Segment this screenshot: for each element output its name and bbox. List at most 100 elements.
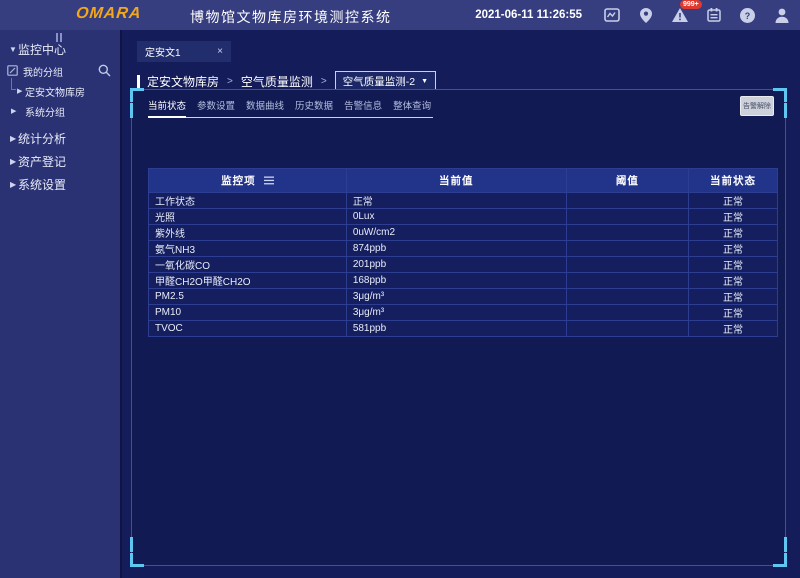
tab-alarm-info[interactable]: 告警信息 xyxy=(344,98,382,112)
frame-edge-accent xyxy=(130,537,133,552)
cell-threshold xyxy=(567,321,689,336)
search-icon[interactable] xyxy=(98,64,111,80)
close-icon[interactable]: × xyxy=(217,47,223,57)
user-icon[interactable] xyxy=(773,7,790,24)
panel-subtabs: 当前状态 参数设置 数据曲线 历史数据 告警信息 整体查询 xyxy=(148,98,433,118)
table-row[interactable]: 工作状态 正常 正常 xyxy=(149,192,777,208)
table-row[interactable]: 光照 0Lux 正常 xyxy=(149,208,777,224)
cell-value: 201ppb xyxy=(347,257,567,272)
cell-item: 紫外线 xyxy=(149,225,347,240)
table-row[interactable]: 紫外线 0uW/cm2 正常 xyxy=(149,224,777,240)
cell-status: 正常 xyxy=(689,305,777,320)
sidebar-menu: ▼ 监控中心 我的分组 ▶ 定安文物库房 ▶ 系统分组 ▶ 统计分析 ▶ xyxy=(0,38,120,196)
cell-threshold xyxy=(567,241,689,256)
cell-status: 正常 xyxy=(689,209,777,224)
location-icon[interactable] xyxy=(637,7,654,24)
tab-history-data[interactable]: 历史数据 xyxy=(295,98,333,112)
alarm-icon[interactable]: 999+ xyxy=(671,7,688,24)
list-menu-icon[interactable] xyxy=(264,176,274,185)
cell-threshold xyxy=(567,305,689,320)
open-document-tab[interactable]: 定安文1 × xyxy=(137,41,231,62)
sidebar-item-label: 资产登记 xyxy=(18,153,66,170)
table-row[interactable]: 氨气NH3 874ppb 正常 xyxy=(149,240,777,256)
sidebar: ▼ 监控中心 我的分组 ▶ 定安文物库房 ▶ 系统分组 ▶ 统计分析 ▶ xyxy=(0,30,120,578)
tab-data-curve[interactable]: 数据曲线 xyxy=(246,98,284,112)
alarm-count-badge: 999+ xyxy=(680,0,702,9)
table-header-row: 监控项 当前值 阈值 当前状态 xyxy=(149,169,777,192)
topbar-actions: 2021-06-11 11:26:55 999+ ? xyxy=(475,0,790,30)
cell-value: 168ppb xyxy=(347,273,567,288)
cell-status: 正常 xyxy=(689,225,777,240)
sidebar-item-label: 系统设置 xyxy=(18,176,66,193)
cell-item: 甲醛CH2O甲醛CH2O xyxy=(149,273,347,288)
table-row[interactable]: 一氧化碳CO 201ppb 正常 xyxy=(149,256,777,272)
cell-value: 0Lux xyxy=(347,209,567,224)
cell-threshold xyxy=(567,193,689,208)
breadcrumb-item-storeroom[interactable]: 定安文物库房 xyxy=(147,73,219,90)
monitor-table: 监控项 当前值 阈值 当前状态 工作状态 正常 正常 光照 0Lux 正常 xyxy=(148,168,778,337)
chevron-right-separator: > xyxy=(227,76,233,87)
tab-label: 定安文1 xyxy=(145,44,181,59)
cell-value: 874ppb xyxy=(347,241,567,256)
frame-edge-accent xyxy=(784,537,787,552)
tab-current-status[interactable]: 当前状态 xyxy=(148,98,186,112)
breadcrumb: 定安文物库房 > 空气质量监测 > 空气质量监测-2 ▼ xyxy=(137,71,436,91)
table-row[interactable]: PM2.5 3μg/m³ 正常 xyxy=(149,288,777,304)
alarm-clear-button[interactable]: 告警解除 xyxy=(740,96,774,116)
help-icon[interactable]: ? xyxy=(739,7,756,24)
sidebar-item-my-groups[interactable]: 我的分组 xyxy=(0,60,120,82)
cell-threshold xyxy=(567,209,689,224)
cell-status: 正常 xyxy=(689,321,777,336)
datetime-display: 2021-06-11 11:26:55 xyxy=(475,9,582,21)
caret-right-icon: ▶ xyxy=(10,157,16,166)
cell-threshold xyxy=(567,289,689,304)
frame-corner-accent xyxy=(130,553,144,567)
frame-edge-accent xyxy=(130,103,133,118)
cell-value: 0uW/cm2 xyxy=(347,225,567,240)
sidebar-item-system-settings[interactable]: ▶ 系统设置 xyxy=(0,173,120,196)
cell-item: PM2.5 xyxy=(149,289,347,304)
cell-value: 3μg/m³ xyxy=(347,289,567,304)
column-header-threshold: 阈值 xyxy=(567,169,689,192)
main-content: 定安文1 × 定安文物库房 > 空气质量监测 > 空气质量监测-2 ▼ 当前状态… xyxy=(122,30,800,578)
cell-item: 氨气NH3 xyxy=(149,241,347,256)
tab-parameter-settings[interactable]: 参数设置 xyxy=(197,98,235,112)
frame-corner-accent xyxy=(773,553,787,567)
table-row[interactable]: 甲醛CH2O甲醛CH2O 168ppb 正常 xyxy=(149,272,777,288)
cell-item: TVOC xyxy=(149,321,347,336)
clipboard-icon[interactable] xyxy=(705,7,722,24)
column-header-item[interactable]: 监控项 xyxy=(149,169,347,192)
sidebar-item-label: 系统分组 xyxy=(25,104,65,119)
screens-icon[interactable] xyxy=(603,7,620,24)
cell-status: 正常 xyxy=(689,273,777,288)
caret-down-icon: ▼ xyxy=(9,45,17,54)
table-row[interactable]: PM10 3μg/m³ 正常 xyxy=(149,304,777,320)
cell-status: 正常 xyxy=(689,289,777,304)
caret-right-icon: ▶ xyxy=(17,87,22,95)
table-row[interactable]: TVOC 581ppb 正常 xyxy=(149,320,777,336)
svg-text:?: ? xyxy=(745,11,751,21)
sidebar-item-system-groups[interactable]: ▶ 系统分组 xyxy=(0,100,120,122)
cell-threshold xyxy=(567,225,689,240)
caret-down-icon: ▼ xyxy=(421,78,428,85)
group-edit-icon xyxy=(7,65,18,79)
caret-right-icon: ▶ xyxy=(10,180,16,189)
caret-right-icon: ▶ xyxy=(10,134,16,143)
breadcrumb-item-air-quality[interactable]: 空气质量监测 xyxy=(241,73,313,90)
sidebar-item-monitor-center[interactable]: ▼ 监控中心 xyxy=(0,38,120,60)
caret-right-icon: ▶ xyxy=(11,107,16,115)
chevron-right-separator: > xyxy=(321,76,327,87)
frame-corner-accent xyxy=(130,88,144,102)
top-bar: OMARA 博物馆文物库房环境测控系统 2021-06-11 11:26:55 … xyxy=(0,0,800,30)
tab-overall-query[interactable]: 整体查询 xyxy=(393,98,431,112)
cell-status: 正常 xyxy=(689,257,777,272)
cell-threshold xyxy=(567,273,689,288)
cell-item: PM10 xyxy=(149,305,347,320)
cell-value: 正常 xyxy=(347,193,567,208)
sidebar-item-statistics[interactable]: ▶ 统计分析 xyxy=(0,126,120,150)
device-selector-value: 空气质量监测-2 xyxy=(343,74,415,89)
sidebar-item-dingan-storeroom[interactable]: ▶ 定安文物库房 xyxy=(0,82,120,100)
tree-elbow-line xyxy=(11,78,16,90)
sidebar-item-label: 定安文物库房 xyxy=(25,84,85,99)
sidebar-item-asset-register[interactable]: ▶ 资产登记 xyxy=(0,150,120,173)
